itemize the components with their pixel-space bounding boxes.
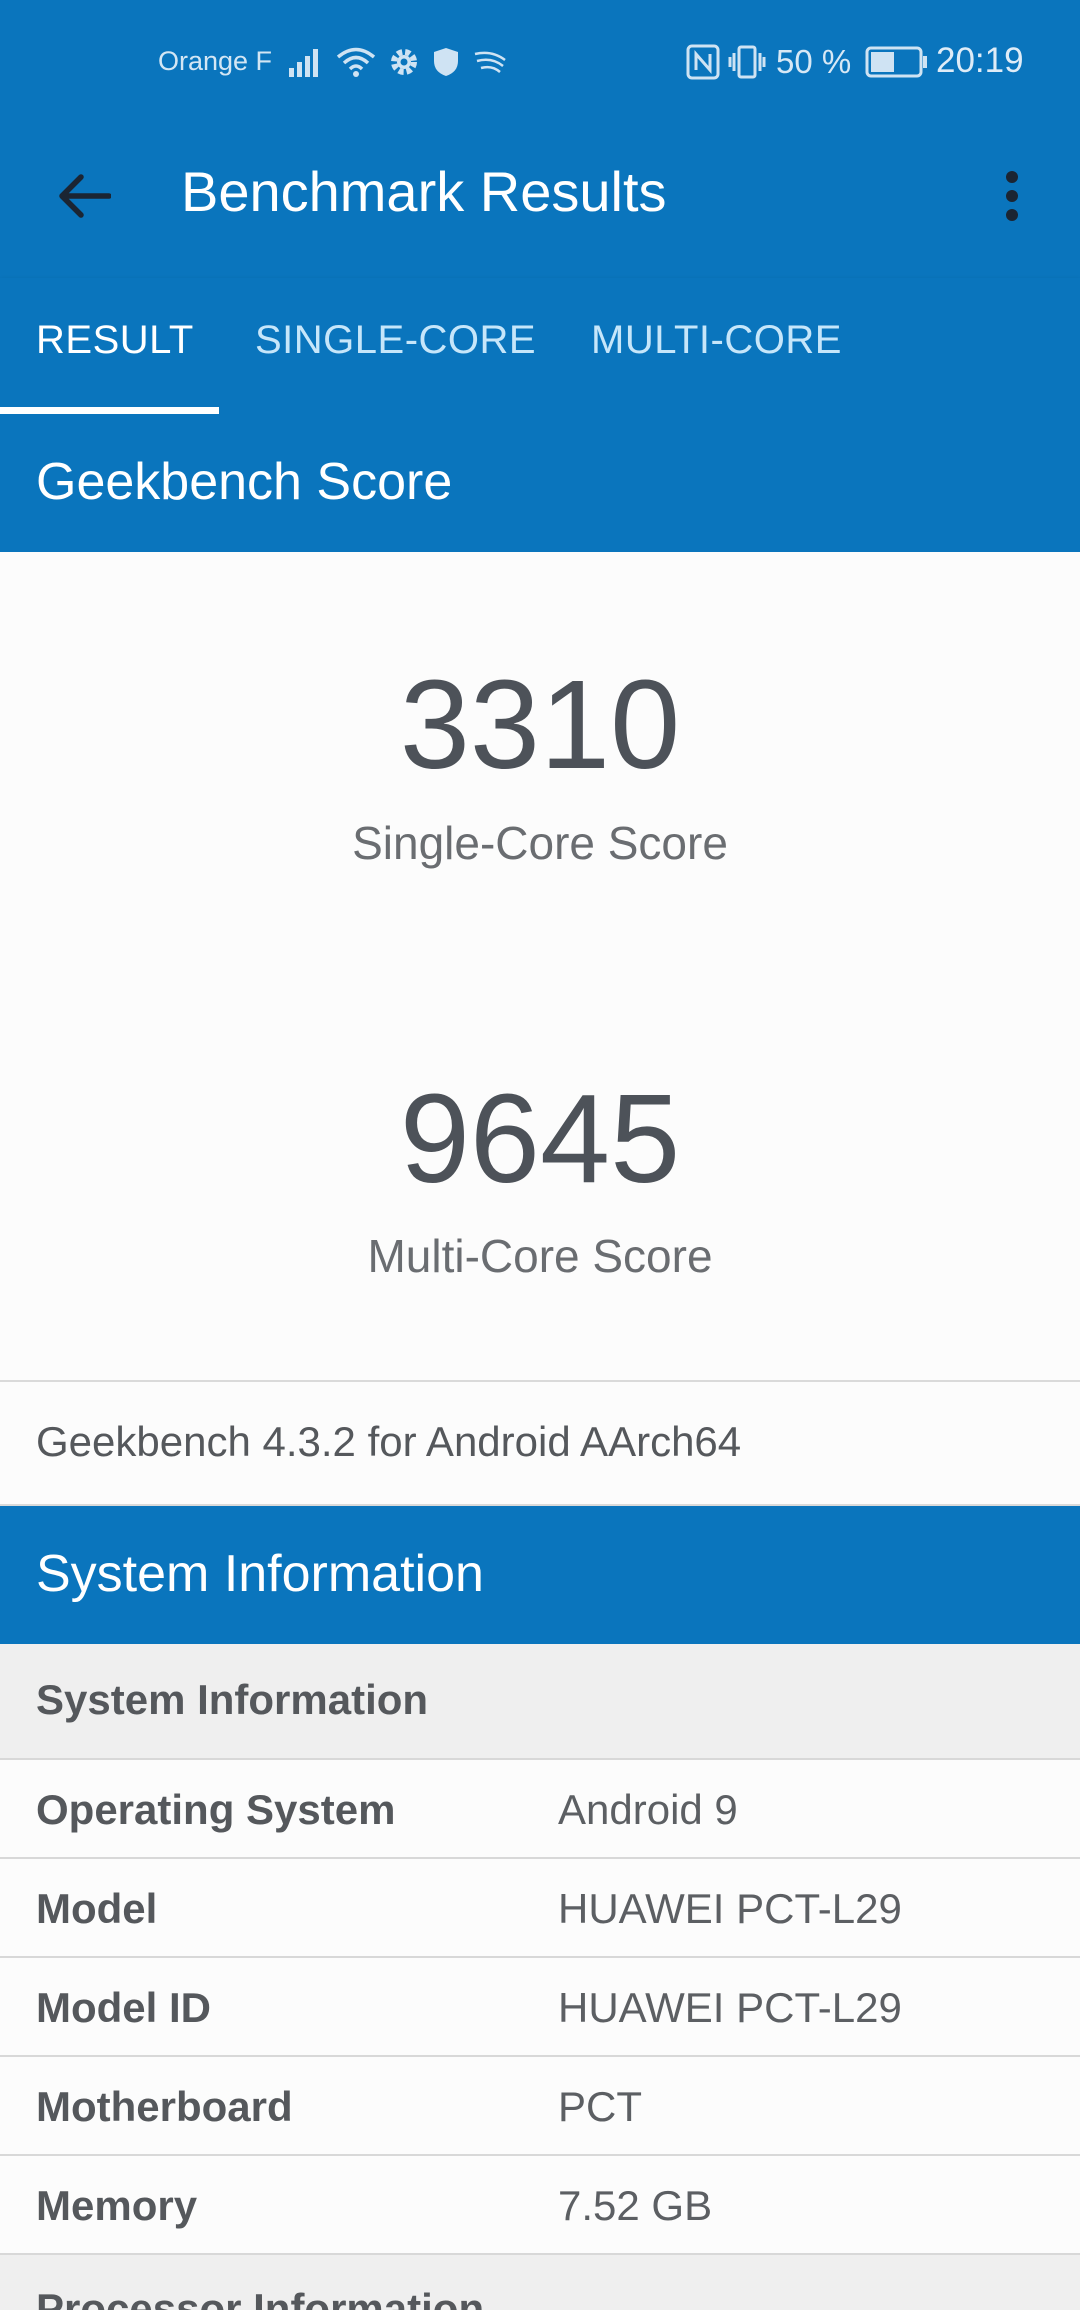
single-core-label: Single-Core Score	[352, 817, 728, 869]
benchmark-results-screen: Orange F 50 % 20:19 Benchmark Results RE…	[0, 0, 1080, 2310]
clock: 20:19	[936, 41, 1024, 80]
scores-panel: 3310 Single-Core Score 9645 Multi-Core S…	[0, 552, 1080, 1380]
wifi-icon	[336, 47, 376, 77]
table-row: Operating System Android 9	[0, 1760, 1080, 1859]
tab-single-core[interactable]: SINGLE-CORE	[255, 318, 536, 363]
row-value: PCT	[558, 2083, 642, 2130]
carrier-label: Orange F	[158, 46, 273, 76]
section-title: System Information	[36, 1545, 484, 1603]
arrow-back-icon	[59, 174, 111, 218]
processor-info-subheader: Processor Information	[0, 2255, 1080, 2310]
overflow-menu-button[interactable]	[980, 160, 1044, 232]
row-key: Model	[36, 1885, 158, 1932]
single-core-score: 3310	[399, 654, 681, 795]
more-vert-icon	[1006, 171, 1018, 221]
status-icons-right: 50 %	[686, 40, 929, 84]
app-bar: Benchmark Results	[0, 128, 1080, 278]
tab-bar: RESULT SINGLE-CORE MULTI-CORE	[0, 278, 1080, 414]
status-icons-left	[288, 42, 508, 82]
subheader-label: System Information	[36, 1676, 429, 1723]
system-information-header: System Information	[0, 1506, 1080, 1644]
tab-multi-core[interactable]: MULTI-CORE	[591, 318, 842, 363]
row-value: 7.52 GB	[558, 2182, 713, 2229]
table-row: Memory 7.52 GB	[0, 2156, 1080, 2255]
row-key: Memory	[36, 2182, 198, 2229]
section-title: Geekbench Score	[36, 453, 453, 511]
subheader-label: Processor Information	[36, 2285, 485, 2310]
row-key: Operating System	[36, 1786, 396, 1833]
battery-percent: 50 %	[776, 43, 852, 80]
page-title: Benchmark Results	[181, 160, 667, 223]
tab-indicator	[0, 407, 219, 414]
vibrate-icon	[728, 45, 766, 79]
multi-core-label: Multi-Core Score	[367, 1230, 713, 1282]
status-bar: Orange F 50 % 20:19	[0, 0, 1080, 128]
row-key: Motherboard	[36, 2083, 293, 2130]
table-row: Model ID HUAWEI PCT-L29	[0, 1958, 1080, 2057]
battery-icon	[865, 46, 928, 78]
signal-icon	[289, 49, 318, 77]
row-value: HUAWEI PCT-L29	[558, 1885, 902, 1932]
row-value: Android 9	[558, 1786, 738, 1833]
back-button[interactable]	[48, 160, 120, 232]
row-key: Model ID	[36, 1984, 211, 2031]
swiftkey-icon	[474, 51, 506, 73]
version-row: Geekbench 4.3.2 for Android AArch64	[0, 1380, 1080, 1506]
multi-core-score: 9645	[399, 1068, 681, 1209]
settings-icon	[391, 49, 417, 75]
table-row: Model HUAWEI PCT-L29	[0, 1859, 1080, 1958]
shield-icon	[434, 48, 458, 76]
version-label: Geekbench 4.3.2 for Android AArch64	[36, 1418, 742, 1465]
tab-result[interactable]: RESULT	[36, 318, 194, 363]
system-info-subheader: System Information	[0, 1644, 1080, 1760]
geekbench-score-header: Geekbench Score	[0, 414, 1080, 552]
row-value: HUAWEI PCT-L29	[558, 1984, 902, 2031]
table-row: Motherboard PCT	[0, 2057, 1080, 2156]
nfc-icon	[686, 44, 720, 80]
